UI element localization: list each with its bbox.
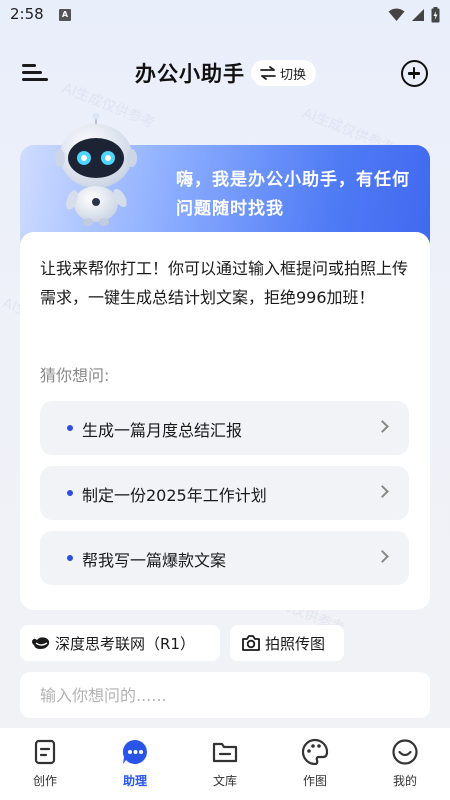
nav-item-assistant[interactable]: 助理 [90, 728, 180, 800]
nav-item-library[interactable]: 文库 [180, 728, 270, 800]
deep-think-chip[interactable]: 深度思考联网（R1） [20, 625, 220, 661]
battery-icon [431, 7, 440, 23]
bottom-nav: 创作 助理 文库 作图 我的 [0, 728, 450, 800]
menu-icon[interactable] [22, 62, 48, 84]
nav-label: 作图 [302, 774, 327, 788]
suggestion-item[interactable]: 制定一份2025年工作计划 [40, 466, 409, 520]
whale-icon [32, 637, 50, 649]
camera-icon [242, 635, 260, 651]
suggestion-label: 帮我写一篇爆款文案 [82, 551, 227, 570]
switch-label: 切换 [280, 67, 307, 83]
suggestion-item[interactable]: 帮我写一篇爆款文案 [40, 531, 409, 585]
robot-mascot-icon [55, 112, 137, 226]
nav-label: 文库 [212, 774, 237, 788]
photo-label: 拍照传图 [265, 634, 326, 653]
status-icons [388, 7, 440, 23]
question-input[interactable] [40, 672, 410, 718]
wifi-icon [388, 8, 405, 21]
swap-icon [260, 66, 276, 80]
chevron-right-icon [376, 550, 389, 563]
nav-item-create[interactable]: 创作 [0, 728, 90, 800]
suggestion-item[interactable]: 生成一篇月度总结汇报 [40, 401, 409, 455]
intro-text: 让我来帮你打工！你可以通过输入框提问或拍照上传需求，一键生成总结计划文案，拒绝9… [40, 259, 409, 307]
bullet-dot [67, 425, 73, 431]
suggestion-label: 制定一份2025年工作计划 [82, 486, 267, 505]
guess-label: 猜你想问: [40, 366, 110, 385]
chat-bubble-icon [122, 739, 147, 764]
deep-think-label: 深度思考联网（R1） [55, 634, 195, 653]
bullet-dot [67, 555, 73, 561]
smiley-icon [392, 739, 418, 765]
signal-icon [412, 9, 424, 21]
nav-label: 创作 [32, 774, 57, 788]
photo-upload-chip[interactable]: 拍照传图 [230, 625, 344, 661]
question-input-box [20, 672, 430, 718]
nav-item-draw[interactable]: 作图 [270, 728, 360, 800]
palette-icon [301, 738, 329, 766]
nav-label: 我的 [392, 774, 417, 788]
header: 办公小助手 切换 [0, 52, 450, 96]
title-area: 办公小助手 切换 [135, 58, 317, 88]
bullet-dot [67, 490, 73, 496]
nav-item-mine[interactable]: 我的 [360, 728, 450, 800]
status-time: 2:58 [10, 5, 44, 23]
suggestion-label: 生成一篇月度总结汇报 [82, 421, 243, 440]
hero-greeting: 嗨，我是办公小助手，有任何问题随时找我 [176, 170, 410, 219]
page-title: 办公小助手 [135, 62, 245, 86]
switch-button[interactable]: 切换 [251, 60, 317, 86]
status-bar: 2:58 A [0, 0, 450, 32]
chevron-right-icon [376, 485, 389, 498]
nav-label: 助理 [122, 774, 147, 788]
notification-badge: A [59, 9, 71, 21]
chevron-right-icon [376, 420, 389, 433]
folder-icon [212, 742, 238, 763]
document-icon [34, 739, 56, 765]
add-icon[interactable] [401, 60, 428, 87]
